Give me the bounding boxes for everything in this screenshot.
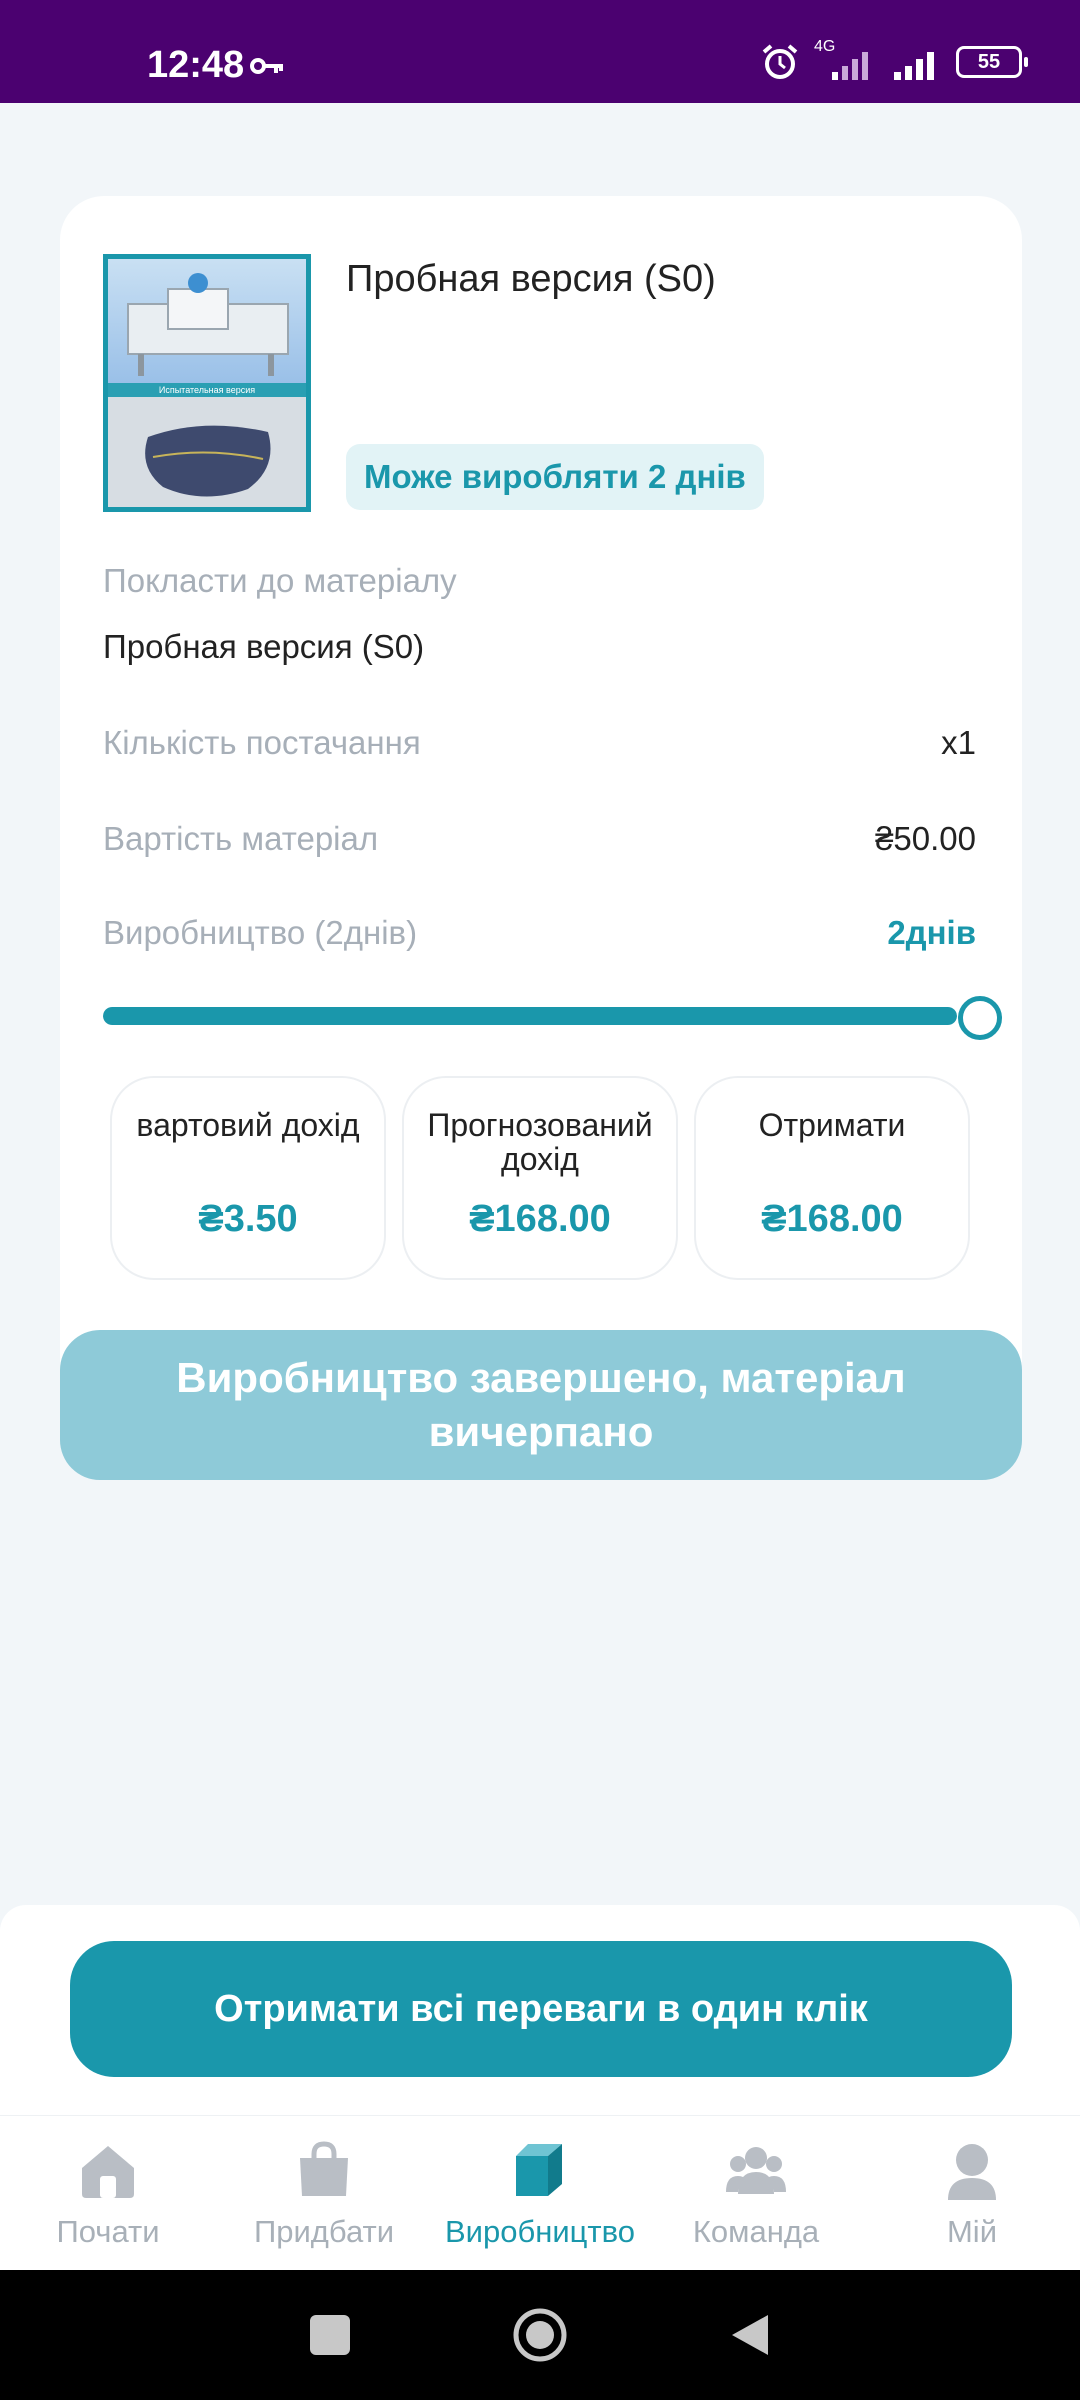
stat-label: Прогнозований дохід bbox=[427, 1107, 653, 1177]
stat-label: вартовий дохід bbox=[136, 1107, 360, 1143]
nav-label: Почати bbox=[56, 2214, 160, 2249]
nav-label: Придбати bbox=[253, 2214, 395, 2249]
production-days-badge: Може виробляти 2 днів bbox=[346, 444, 764, 510]
production-label: Виробництво (2днів) bbox=[103, 914, 418, 951]
system-nav-bar bbox=[0, 2270, 1080, 2400]
status-bar: 12:48 4G 55 bbox=[0, 0, 1080, 103]
quantity-value: x1 bbox=[941, 724, 976, 761]
status-time: 12:48 bbox=[147, 44, 245, 86]
recents-icon[interactable] bbox=[308, 2313, 352, 2357]
shopping-bag-icon bbox=[300, 2141, 348, 2196]
nav-item-production[interactable]: Виробництво bbox=[432, 2116, 648, 2271]
production-complete-button[interactable]: Виробництво завершено, матеріал вичерпан… bbox=[60, 1330, 1022, 1480]
progress-handle bbox=[958, 996, 1002, 1040]
stat-value: ₴3.50 bbox=[198, 1198, 298, 1240]
battery-level: 55 bbox=[977, 50, 1001, 73]
nav-item-team[interactable]: Команда bbox=[648, 2116, 864, 2271]
box-icon bbox=[516, 2144, 562, 2196]
quantity-label: Кількість постачання bbox=[103, 724, 421, 761]
nav-label: Команда bbox=[692, 2214, 820, 2249]
progress-fill bbox=[103, 1007, 957, 1025]
alarm-icon bbox=[762, 44, 798, 79]
nav-item-home[interactable]: Почати bbox=[0, 2116, 216, 2271]
image-caption: Испытательная версия bbox=[108, 383, 306, 397]
back-icon[interactable] bbox=[728, 2311, 772, 2359]
nav-label: Виробництво bbox=[445, 2214, 635, 2249]
stat-value: ₴168.00 bbox=[761, 1198, 903, 1240]
cost-value: ₴50.00 bbox=[875, 820, 976, 857]
home-icon bbox=[82, 2146, 134, 2198]
stat-hourly-income: вартовий дохід ₴3.50 bbox=[110, 1076, 386, 1280]
cost-label: Вартість матеріал bbox=[103, 820, 379, 857]
profile-icon bbox=[948, 2144, 996, 2200]
stat-label: Отримати bbox=[758, 1107, 906, 1143]
stat-forecast-income: Прогнозований дохід ₴168.00 bbox=[402, 1076, 678, 1280]
signal-4g-icon: 4G bbox=[814, 38, 878, 82]
bottom-nav: Почати Придбати Виробництво Команда Мій bbox=[0, 2115, 1080, 2271]
battery-icon: 55 bbox=[956, 46, 1028, 78]
home-button-icon[interactable] bbox=[512, 2307, 568, 2363]
bottom-action-panel: Отримати всі переваги в один клік bbox=[0, 1905, 1080, 2115]
signal-icon bbox=[894, 52, 934, 80]
key-icon bbox=[250, 58, 283, 74]
team-icon bbox=[726, 2147, 786, 2194]
machine-image bbox=[108, 259, 306, 383]
product-title: Пробная версия (S0) bbox=[346, 258, 716, 300]
production-card: Испытательная версия Пробная версия (S0)… bbox=[60, 196, 1022, 1480]
stat-receive: Отримати ₴168.00 bbox=[694, 1076, 970, 1280]
material-label: Покласти до матеріалу bbox=[103, 562, 457, 599]
production-progress-bar bbox=[103, 1007, 957, 1025]
material-value: Пробная версия (S0) bbox=[103, 628, 425, 665]
mask-image bbox=[108, 397, 306, 507]
income-stats: вартовий дохід ₴3.50 Прогнозований дохід… bbox=[110, 1076, 970, 1280]
product-image: Испытательная версия bbox=[103, 254, 311, 512]
nav-item-buy[interactable]: Придбати bbox=[216, 2116, 432, 2271]
nav-label: Мій bbox=[946, 2214, 998, 2249]
claim-all-button[interactable]: Отримати всі переваги в один клік bbox=[70, 1941, 1012, 2077]
nav-item-profile[interactable]: Мій bbox=[864, 2116, 1080, 2271]
stat-value: ₴168.00 bbox=[469, 1198, 611, 1240]
production-value: 2днів bbox=[887, 914, 976, 951]
